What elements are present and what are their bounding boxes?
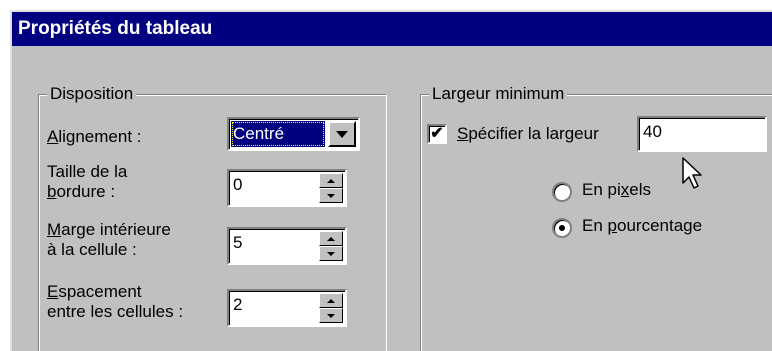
alignment-label-rest: lignement : — [58, 127, 142, 146]
arrow-up-icon — [327, 236, 335, 241]
specify-width-mnemonic: S — [457, 124, 469, 143]
chevron-down-icon — [336, 130, 348, 138]
min-width-group-label: Largeur minimum — [429, 83, 568, 105]
cell-padding-input[interactable]: 5 — [233, 231, 242, 255]
percent-label[interactable]: En pourcentage — [582, 216, 702, 236]
cell-padding-spin — [319, 231, 343, 261]
alignment-label-mnemonic: A — [47, 127, 59, 146]
spin-down-button[interactable] — [319, 188, 343, 203]
spin-up-button[interactable] — [319, 293, 343, 308]
dialog-title: Propriétés du tableau — [12, 12, 772, 46]
alignment-label: Alignement : — [47, 127, 142, 147]
arrow-up-icon — [327, 178, 335, 183]
cell-padding-label-rest: arge intérieure — [61, 220, 171, 239]
border-size-input[interactable]: 0 — [233, 173, 242, 197]
spin-down-button[interactable] — [319, 308, 343, 323]
cell-spacing-input[interactable]: 2 — [233, 293, 242, 317]
percent-label-a: En — [582, 216, 608, 235]
cell-padding-label-line2: à la cellule : — [47, 240, 137, 259]
mouse-pointer-icon — [682, 157, 702, 189]
cell-spacing-spin — [319, 293, 343, 323]
pixels-mnemonic: x — [620, 180, 630, 199]
percent-mnemonic: p — [607, 216, 617, 235]
specify-width-label[interactable]: Spécifier la largeur — [457, 124, 599, 144]
cell-padding-spinner[interactable]: 5 — [227, 227, 347, 265]
border-size-label-line1: Taille de la — [47, 162, 128, 181]
cell-spacing-spinner[interactable]: 2 — [227, 289, 347, 327]
arrow-down-icon — [327, 251, 335, 256]
cell-padding-label: Marge intérieure à la cellule : — [47, 220, 171, 260]
specify-width-checkbox[interactable]: ✔ — [427, 124, 447, 144]
pixels-radio[interactable] — [552, 182, 572, 202]
border-size-label: Taille de la bordure : — [47, 162, 127, 202]
percent-label-b: ourcentage — [617, 216, 703, 235]
width-input-value[interactable]: 40 — [643, 120, 662, 144]
pixels-label-a: En pi — [582, 180, 621, 199]
arrow-up-icon — [327, 298, 335, 303]
spin-up-button[interactable] — [319, 173, 343, 188]
cell-spacing-label-line2: entre les cellules : — [47, 302, 184, 321]
border-size-spin — [319, 173, 343, 203]
cell-spacing-label-rest: spacement — [58, 282, 142, 301]
border-size-label-rest: ordure : — [56, 182, 116, 201]
radio-selected-dot — [559, 225, 565, 231]
percent-radio[interactable] — [552, 218, 572, 238]
spin-down-button[interactable] — [319, 246, 343, 261]
arrow-down-icon — [327, 193, 335, 198]
alignment-dropdown-button[interactable] — [328, 121, 356, 147]
pixels-label-b: els — [629, 180, 651, 199]
table-properties-dialog: Propriétés du tableau Disposition Aligne… — [10, 10, 772, 351]
arrow-down-icon — [327, 313, 335, 318]
cell-spacing-label-mnemonic: E — [47, 282, 59, 301]
checkmark-icon: ✔ — [430, 125, 444, 142]
alignment-combobox[interactable]: Centré — [227, 117, 360, 151]
alignment-selected-value[interactable]: Centré — [231, 121, 325, 147]
specify-width-label-rest: pécifier la largeur — [468, 124, 599, 143]
cell-padding-label-mnemonic: M — [47, 220, 62, 239]
cell-spacing-label: Espacement entre les cellules : — [47, 282, 183, 322]
disposition-group-label: Disposition — [47, 83, 137, 105]
border-size-spinner[interactable]: 0 — [227, 169, 347, 207]
spin-up-button[interactable] — [319, 231, 343, 246]
width-input[interactable]: 40 — [637, 116, 767, 152]
pixels-label[interactable]: En pixels — [582, 180, 651, 200]
